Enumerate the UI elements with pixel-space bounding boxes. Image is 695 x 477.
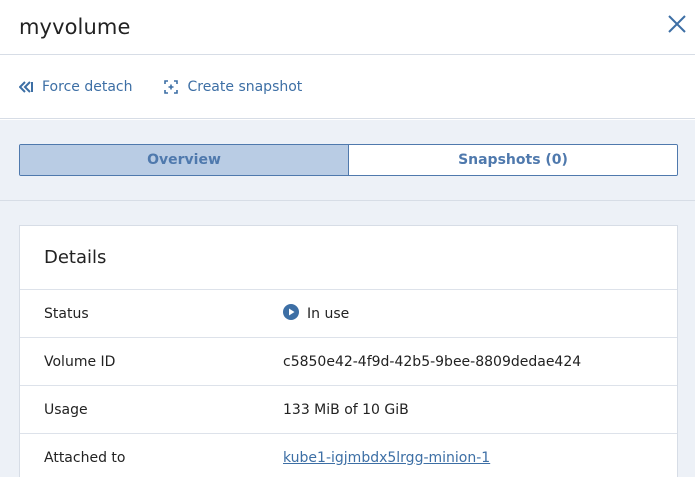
detail-value: In use	[283, 303, 350, 324]
tabs-container: Overview Snapshots (0)	[0, 120, 695, 201]
tab-overview[interactable]: Overview	[20, 145, 349, 175]
detail-label: Volume ID	[44, 353, 116, 370]
page-title: myvolume	[19, 15, 131, 39]
content-area: Overview Snapshots (0) Details Status In…	[0, 120, 695, 477]
create-snapshot-button[interactable]: Create snapshot	[164, 79, 302, 95]
force-detach-button[interactable]: Force detach	[19, 79, 132, 95]
action-toolbar: Force detach Create snapshot	[0, 55, 695, 119]
close-icon[interactable]	[667, 14, 687, 34]
force-detach-icon	[19, 80, 33, 93]
detail-label: Attached to	[44, 449, 126, 466]
status-text: In use	[307, 305, 350, 322]
create-snapshot-label: Create snapshot	[187, 78, 303, 95]
tab-bar: Overview Snapshots (0)	[19, 144, 678, 176]
detail-row-status: Status In use	[20, 290, 677, 338]
detail-label: Usage	[44, 401, 88, 418]
usage-value: 133 MiB of 10 GiB	[283, 401, 409, 418]
detail-row-attached-to: Attached to kube1-igjmbdx5lrgg-minion-1	[20, 434, 677, 477]
detail-row-volume-id: Volume ID c5850e42-4f9d-42b5-9bee-8809de…	[20, 338, 677, 386]
panel-header: myvolume	[0, 0, 695, 55]
detail-row-usage: Usage 133 MiB of 10 GiB	[20, 386, 677, 434]
force-detach-label: Force detach	[42, 78, 133, 95]
details-card: Details Status In use Volume ID c5850e42…	[19, 225, 678, 477]
attached-to-value: kube1-igjmbdx5lrgg-minion-1	[283, 450, 490, 466]
details-title: Details	[20, 226, 677, 290]
snapshot-icon	[164, 79, 179, 94]
tab-snapshots[interactable]: Snapshots (0)	[349, 145, 677, 175]
attached-instance-link[interactable]: kube1-igjmbdx5lrgg-minion-1	[283, 450, 490, 466]
play-circle-icon	[283, 303, 299, 324]
volume-id-value: c5850e42-4f9d-42b5-9bee-8809dedae424	[283, 353, 582, 370]
detail-label: Status	[44, 305, 89, 322]
